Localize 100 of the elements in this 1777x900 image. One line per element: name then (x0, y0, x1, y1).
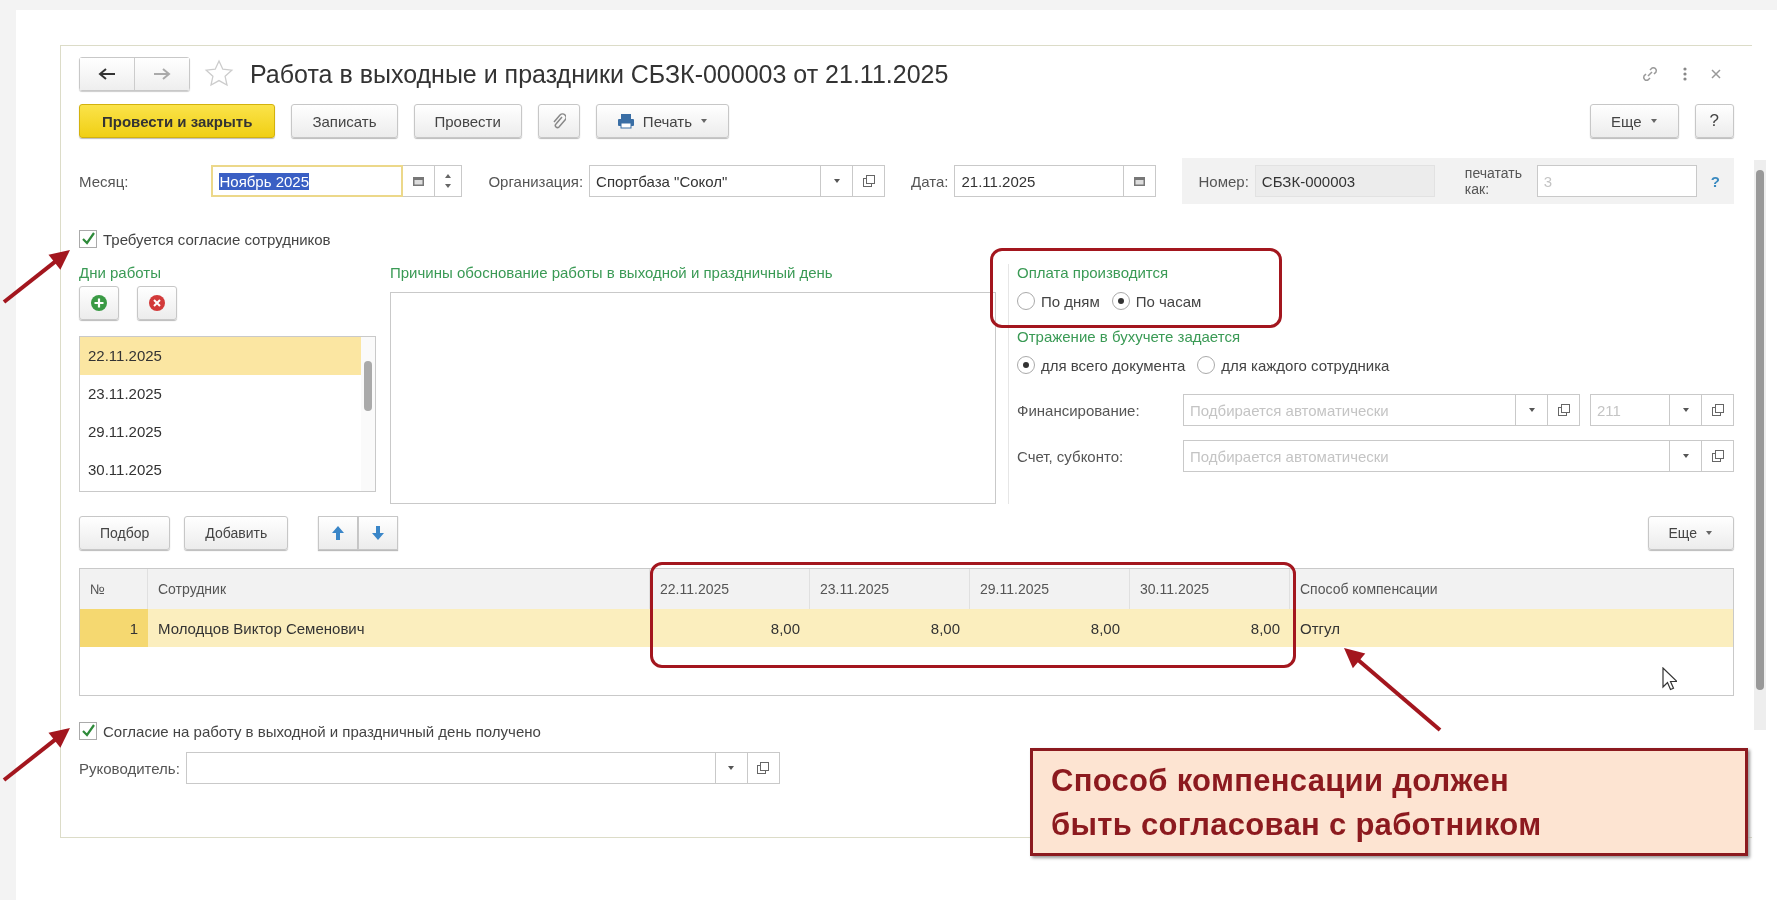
print-button[interactable]: Печать (595, 104, 729, 138)
more-button[interactable]: Еще (1590, 104, 1679, 138)
squares-icon (756, 761, 771, 775)
caret-icon (1681, 407, 1690, 413)
arrow-left-icon (98, 68, 116, 80)
list-item[interactable]: 23.11.2025 (80, 375, 361, 413)
table-button[interactable]: Подбор (79, 516, 171, 550)
delete-button[interactable] (137, 286, 177, 320)
table-cell-text: 8,00 (1089, 618, 1121, 639)
table-cell-text: Молодцов Виктор Семенович (157, 618, 366, 639)
arrow-down-icon (371, 525, 386, 541)
radio-button[interactable] (1197, 356, 1216, 374)
calendar-button[interactable] (1124, 165, 1157, 197)
organization-field[interactable]: Спортбаза "Сокол" (589, 165, 822, 197)
table-cell-text: 8,00 (929, 618, 961, 639)
radio-button[interactable] (1111, 292, 1130, 310)
checkbox-label: Согласие на работу в выходной и праздничный день получено (103, 722, 541, 740)
open-button[interactable] (853, 165, 886, 197)
more-button[interactable]: Еще (1647, 516, 1734, 550)
cursor-icon (1661, 667, 1677, 691)
caret-icon (1681, 453, 1690, 459)
add-button[interactable] (79, 286, 119, 320)
calendar-icon (412, 175, 426, 187)
field-label: Организация: (488, 172, 584, 190)
squares-icon (861, 174, 876, 188)
table-cell-text: 8,00 (769, 618, 801, 639)
checkbox-label: Требуется согласие сотрудников (103, 230, 331, 248)
field-label: Номер: (1198, 172, 1249, 190)
spin-button[interactable] (435, 165, 463, 197)
group-title: Дни работы (79, 264, 162, 283)
calendar-button[interactable] (403, 165, 436, 197)
financing-field[interactable]: Подбирается автоматически (1183, 394, 1516, 426)
back-button[interactable] (80, 58, 134, 90)
open-button[interactable] (747, 752, 780, 784)
annotation-arrow (2, 250, 70, 304)
radio-label: По часам (1135, 292, 1202, 310)
caret-icon (1527, 407, 1536, 413)
scrollbar[interactable] (1754, 160, 1766, 730)
group-title: Оплата производится (1017, 264, 1170, 283)
move-up-button[interactable] (318, 516, 359, 550)
open-button[interactable] (1702, 440, 1734, 472)
callout-note: Способ компенсации должен быть согласован с работником (1030, 748, 1748, 856)
field-label: Финансирование: (1017, 401, 1141, 419)
close-icon[interactable] (1710, 68, 1722, 80)
arrow-right-icon (153, 68, 171, 80)
caret-icon (832, 178, 841, 184)
radio-button[interactable] (1017, 356, 1035, 374)
help-button[interactable]: ? (1694, 104, 1734, 138)
link-icon[interactable] (1640, 64, 1660, 84)
code-field[interactable]: 211 (1590, 394, 1670, 426)
squares-icon (1556, 403, 1571, 417)
squares-icon (1710, 403, 1725, 417)
field-label: печатать как: (1464, 165, 1523, 197)
print-as-field[interactable]: 3 (1536, 165, 1697, 197)
scrollbar[interactable] (361, 337, 375, 491)
calendar-icon (1133, 175, 1147, 187)
list-item[interactable]: 29.11.2025 (80, 413, 361, 451)
spin-arrows-icon (444, 172, 453, 190)
table-cell: 1 (80, 609, 148, 647)
table-cell-text: Отгул (1299, 618, 1341, 639)
radio-button[interactable] (1017, 292, 1035, 310)
toolbar-button[interactable]: Записать (291, 104, 398, 138)
list-item[interactable]: 22.11.2025 (80, 337, 361, 375)
month-field[interactable]: Ноябрь 2025 (211, 165, 404, 197)
table-button[interactable]: Добавить (184, 516, 289, 550)
open-button[interactable] (1702, 394, 1734, 426)
radio-label: для каждого сотрудника (1221, 356, 1390, 374)
radio-label: По дням (1041, 292, 1100, 310)
window-title: Работа в выходные и праздники СБЗК-000003 от 21.11.2025 (250, 59, 949, 89)
arrow-up-icon (331, 525, 346, 541)
move-down-button[interactable] (358, 516, 399, 550)
open-button[interactable] (1548, 394, 1580, 426)
cross-icon (148, 294, 166, 312)
group-title: Отражение в бухучете задается (1017, 328, 1242, 347)
field-label: Месяц: (79, 172, 130, 190)
date-field[interactable]: 21.11.2025 (954, 165, 1125, 197)
plus-icon (90, 294, 108, 312)
list-item[interactable]: 30.11.2025 (80, 451, 361, 489)
group-title: Причины обоснование работы в выходной и праздничный день (390, 264, 834, 283)
annotation-arrow (2, 728, 70, 782)
checkbox[interactable] (79, 230, 97, 248)
squares-icon (1710, 449, 1725, 463)
field-label: Дата: (911, 172, 949, 190)
table-row[interactable]: 1 Молодцов Виктор Семенович 8,00 8,00 8,00 8,00 Отгул (80, 609, 1733, 647)
manager-field[interactable] (185, 752, 716, 784)
checkbox[interactable] (79, 722, 97, 740)
star-icon[interactable] (204, 59, 234, 89)
attach-button[interactable] (537, 104, 580, 138)
more-icon[interactable] (1682, 66, 1688, 82)
post-and-close-button[interactable]: Провести и закрыть (79, 104, 276, 138)
paperclip-icon (551, 112, 566, 130)
toolbar-button[interactable]: Провести (413, 104, 522, 138)
account-field[interactable]: Подбирается автоматически (1183, 440, 1670, 472)
number-field: СБЗК-000003 (1254, 165, 1435, 197)
field-label: Счет, субконто: (1017, 447, 1125, 465)
field-label: Руководитель: (79, 759, 180, 777)
radio-label: для всего документа (1041, 356, 1186, 374)
column-header[interactable]: Способ компенсации (1290, 569, 1733, 609)
caret-icon (700, 118, 708, 124)
table-cell-text: 8,00 (1249, 618, 1281, 639)
